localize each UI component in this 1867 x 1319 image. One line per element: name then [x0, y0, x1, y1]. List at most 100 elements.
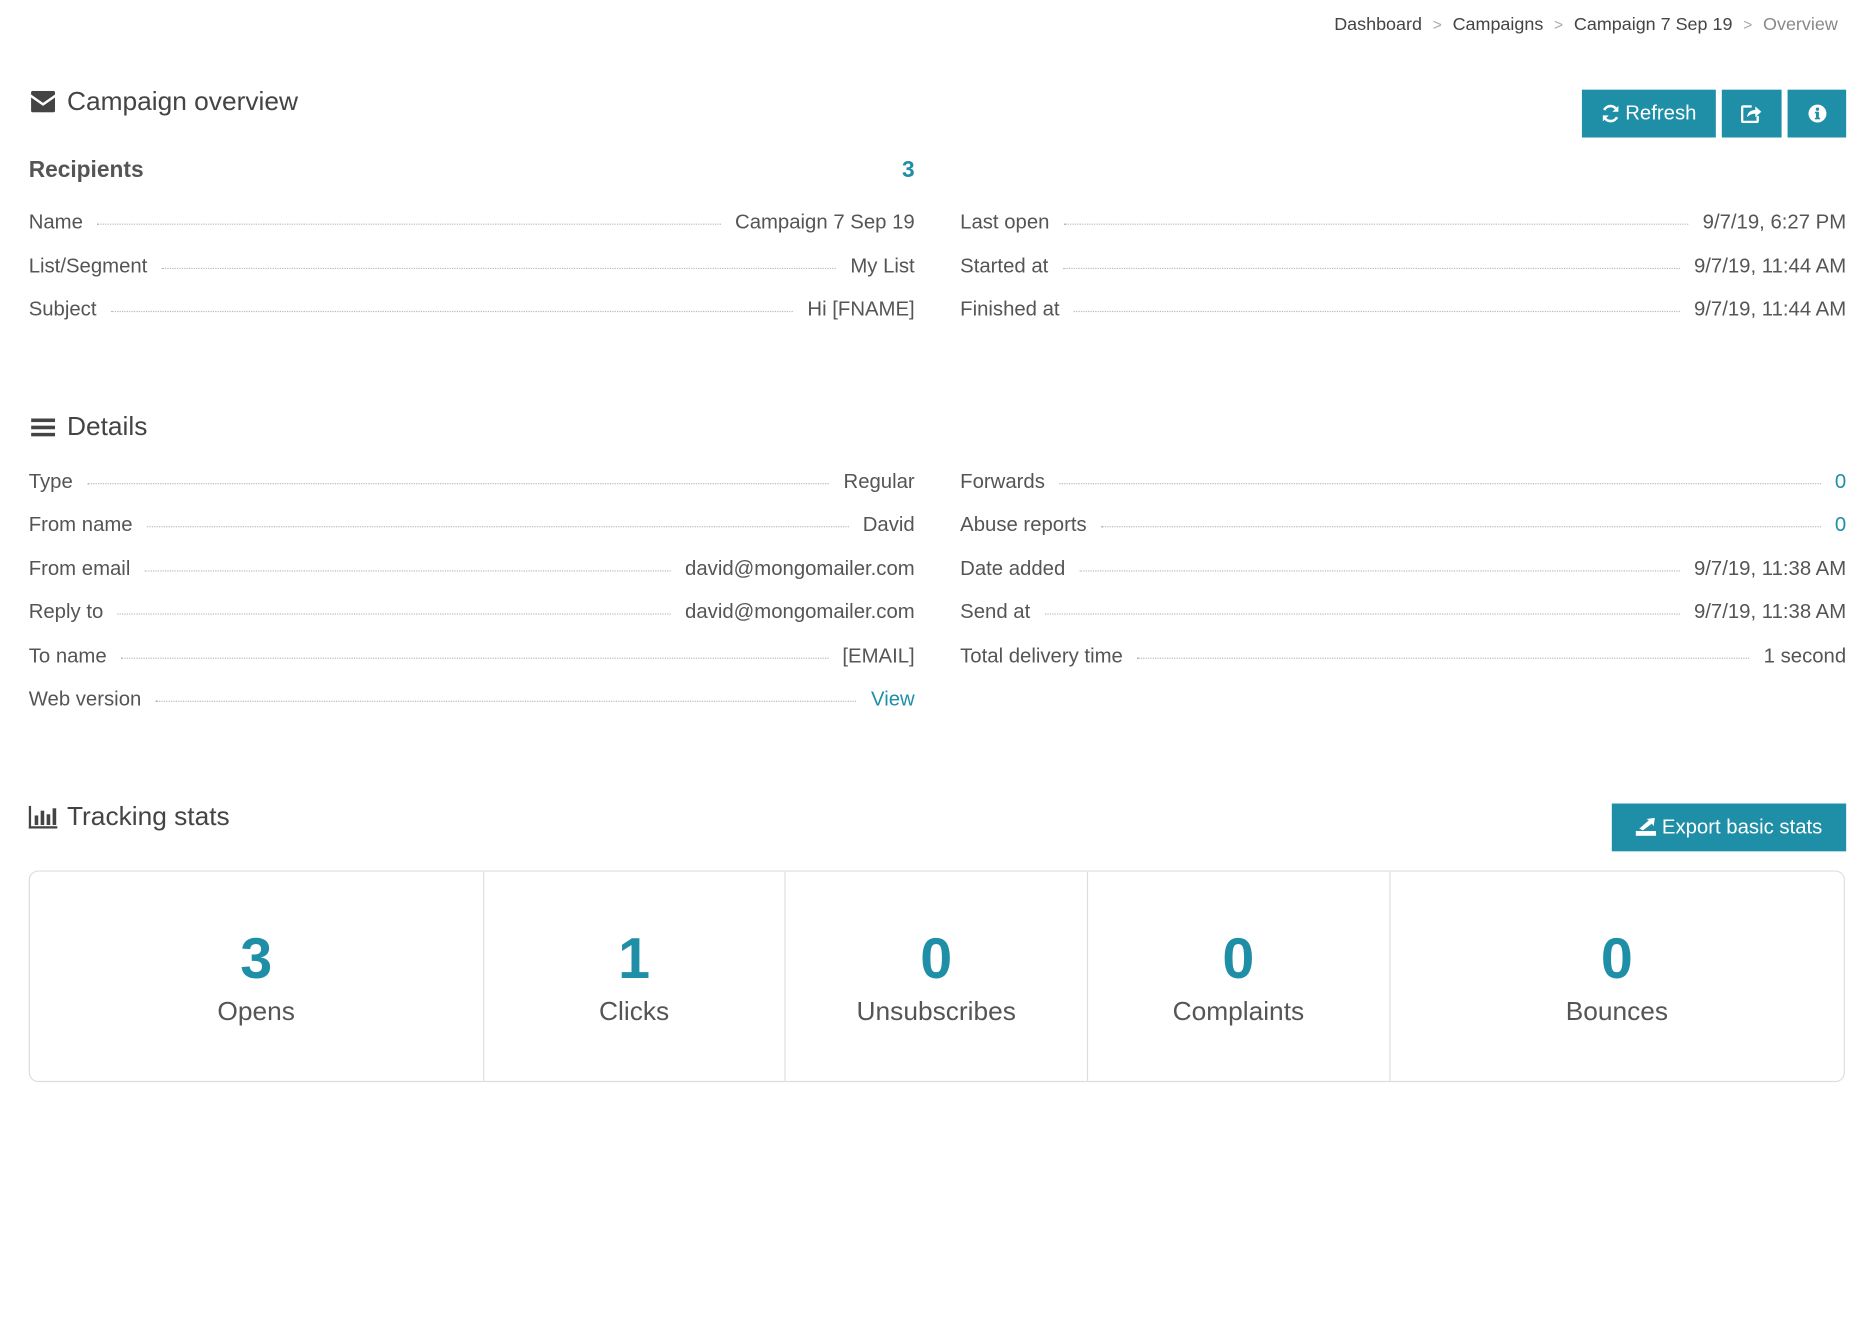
row-value: 9/7/19, 6:27 PM: [1702, 210, 1847, 234]
dotted-leader: [1137, 657, 1750, 659]
tracking-stats-title: Tracking stats: [66, 801, 230, 832]
web-version-view-link[interactable]: View: [871, 688, 915, 712]
stat-label: Unsubscribes: [856, 995, 1016, 1026]
row-label: To name: [28, 644, 107, 668]
breadcrumb-current: Overview: [1763, 14, 1838, 35]
export-icon: [1635, 817, 1658, 837]
row-value: 9/7/19, 11:44 AM: [1693, 297, 1847, 321]
row-value: Campaign 7 Sep 19: [735, 210, 915, 234]
recipients-count: 3: [902, 157, 915, 183]
overview-row-list-segment: List/Segment My List: [29, 255, 915, 284]
stat-value: 0: [1600, 927, 1633, 991]
stat-value: 0: [920, 927, 953, 991]
campaign-overview-title: Campaign overview: [66, 86, 298, 116]
breadcrumb-dashboard-link[interactable]: Dashboard: [1334, 14, 1422, 34]
overview-row-last-open: Last open 9/7/19, 6:27 PM: [960, 210, 1846, 239]
stat-clicks[interactable]: 1 Clicks: [484, 871, 786, 1081]
dotted-leader: [1063, 223, 1689, 225]
dotted-leader: [1062, 267, 1680, 270]
dotted-leader: [121, 657, 829, 659]
dotted-leader: [1101, 526, 1821, 528]
info-icon: [1807, 104, 1826, 123]
overview-row-subject: Subject Hi [FNAME]: [29, 298, 915, 327]
breadcrumb-separator: >: [1554, 15, 1564, 34]
row-value: david@mongomailer.com: [685, 557, 915, 580]
forwards-count-link[interactable]: 0: [1835, 470, 1846, 494]
dotted-leader: [1079, 570, 1680, 572]
dotted-leader: [117, 613, 671, 615]
stat-bounces[interactable]: 0 Bounces: [1390, 872, 1844, 1081]
details-row-from-name: From name David: [29, 513, 915, 542]
details-title: Details: [66, 411, 148, 442]
row-label: Date added: [960, 557, 1066, 580]
recipients-label: Recipients: [28, 157, 144, 183]
refresh-label: Refresh: [1625, 101, 1697, 125]
share-button[interactable]: [1721, 89, 1782, 138]
details-row-abuse-reports: Abuse reports 0: [960, 513, 1846, 542]
details-row-web-version: Web version View: [29, 688, 915, 717]
tracking-stats-panel: 3 Opens 1 Clicks 0 Unsubscribes 0 Compla…: [28, 870, 1845, 1083]
share-icon: [1740, 104, 1763, 124]
row-label: Last open: [960, 210, 1050, 234]
export-basic-stats-label: Export basic stats: [1661, 815, 1823, 839]
overview-row-name: Name Campaign 7 Sep 19: [29, 210, 915, 239]
details-row-forwards: Forwards 0: [960, 470, 1846, 499]
dotted-leader: [155, 700, 857, 702]
stat-value: 0: [1222, 927, 1255, 991]
list-icon: [29, 413, 58, 442]
stat-value: 3: [240, 927, 273, 991]
stat-unsubscribes[interactable]: 0 Unsubscribes: [786, 871, 1088, 1081]
row-label: Send at: [960, 600, 1031, 623]
details-row-from-email: From email david@mongomailer.com: [29, 557, 915, 586]
envelope-icon: [29, 87, 58, 116]
overview-row-started-at: Started at 9/7/19, 11:44 AM: [960, 255, 1846, 284]
details-row-date-added: Date added 9/7/19, 11:38 AM: [960, 557, 1846, 586]
row-label: Abuse reports: [960, 512, 1087, 536]
tracking-stats-heading: Tracking stats: [28, 801, 230, 832]
row-label: Started at: [960, 254, 1049, 278]
row-value: Hi [FNAME]: [807, 297, 915, 321]
row-label: Finished at: [960, 297, 1060, 321]
breadcrumb-separator: >: [1743, 15, 1753, 34]
stat-label: Complaints: [1172, 995, 1305, 1026]
row-label: From email: [28, 557, 131, 580]
row-label: Name: [28, 210, 83, 234]
dotted-leader: [97, 223, 721, 225]
export-basic-stats-button[interactable]: Export basic stats: [1611, 803, 1847, 852]
campaign-overview-heading: Campaign overview: [29, 86, 298, 117]
abuse-reports-count-link[interactable]: 0: [1835, 513, 1846, 537]
refresh-button[interactable]: Refresh: [1581, 89, 1716, 138]
dotted-leader: [161, 267, 836, 270]
row-value: [EMAIL]: [842, 644, 915, 668]
details-row-type: Type Regular: [29, 470, 915, 499]
details-row-to-name: To name [EMAIL]: [29, 644, 915, 673]
details-row-total-delivery-time: Total delivery time 1 second: [960, 644, 1846, 673]
row-value: 1 second: [1763, 644, 1847, 668]
info-button[interactable]: [1787, 89, 1847, 138]
breadcrumb-campaigns-link[interactable]: Campaigns: [1453, 14, 1544, 34]
dotted-leader: [1073, 310, 1680, 313]
overview-row-finished-at: Finished at 9/7/19, 11:44 AM: [960, 298, 1846, 327]
row-value: 9/7/19, 11:38 AM: [1693, 557, 1847, 580]
breadcrumb-campaign-link[interactable]: Campaign 7 Sep 19: [1574, 14, 1733, 34]
details-row-send-at: Send at 9/7/19, 11:38 AM: [960, 600, 1846, 629]
row-value: My List: [850, 254, 915, 278]
stat-complaints[interactable]: 0 Complaints: [1088, 871, 1391, 1081]
stat-opens[interactable]: 3 Opens: [30, 871, 484, 1081]
details-heading: Details: [29, 411, 148, 442]
breadcrumb-separator: >: [1432, 15, 1442, 34]
stat-value: 1: [618, 927, 651, 991]
breadcrumb: Dashboard > Campaigns > Campaign 7 Sep 1…: [1334, 14, 1838, 34]
bar-chart-icon: [28, 802, 58, 831]
stat-label: Bounces: [1565, 995, 1669, 1026]
row-value: david@mongomailer.com: [685, 600, 915, 623]
row-value: David: [862, 512, 915, 536]
row-value: Regular: [843, 469, 915, 493]
row-label: Reply to: [28, 600, 104, 623]
dotted-leader: [1059, 483, 1821, 485]
row-label: Subject: [28, 297, 97, 321]
stat-label: Opens: [217, 995, 295, 1026]
row-label: List/Segment: [28, 254, 148, 278]
row-label: Forwards: [960, 469, 1045, 493]
dotted-leader: [1044, 613, 1680, 615]
